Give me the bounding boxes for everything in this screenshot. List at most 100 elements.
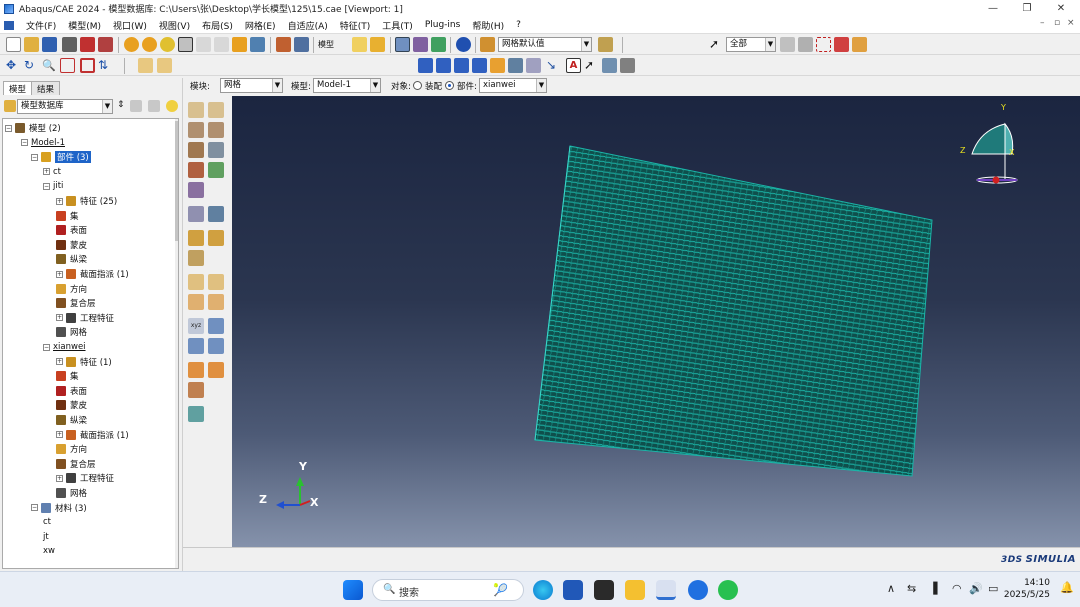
grid-icon[interactable]: [294, 37, 309, 52]
expand-icon[interactable]: +: [56, 314, 63, 322]
viewport[interactable]: Y Z X Y Z X: [232, 96, 1080, 547]
tray-overflow-icon[interactable]: ∧: [887, 582, 895, 595]
undo-icon[interactable]: [196, 37, 211, 52]
query-icon[interactable]: [124, 37, 139, 52]
cube-icon[interactable]: [352, 37, 367, 52]
box-zoom-icon[interactable]: [60, 58, 75, 73]
tree-node[interactable]: jt: [43, 530, 49, 544]
minimize-button[interactable]: —: [976, 0, 1010, 17]
edit-region-icon[interactable]: [188, 382, 204, 398]
wifi-icon[interactable]: ◠: [952, 582, 962, 595]
menu-mesh[interactable]: 网格(E): [239, 19, 282, 32]
view-back-icon[interactable]: [436, 58, 451, 73]
info-icon[interactable]: [456, 37, 471, 52]
word-icon[interactable]: [563, 580, 583, 600]
datum-csys-icon[interactable]: [208, 294, 224, 310]
tree-node[interactable]: − jiti: [43, 179, 63, 193]
close-button[interactable]: ✕: [1044, 0, 1078, 17]
tree-node[interactable]: − Model-1: [21, 136, 65, 150]
tree-node[interactable]: 表面: [56, 223, 87, 237]
text-icon[interactable]: A: [566, 58, 581, 73]
cursor-icon[interactable]: ➚: [709, 37, 724, 52]
tree-node[interactable]: xw: [43, 544, 55, 558]
collapse-icon[interactable]: −: [31, 504, 38, 512]
expand-icon[interactable]: +: [56, 358, 63, 366]
delete-part-seeds-icon[interactable]: [188, 122, 204, 138]
windows-start-icon[interactable]: [343, 580, 363, 600]
view-top-icon[interactable]: [454, 58, 469, 73]
box-select-icon[interactable]: [816, 37, 831, 52]
print-icon[interactable]: [62, 37, 77, 52]
new-file-icon[interactable]: [6, 37, 21, 52]
tree-node[interactable]: 集: [56, 369, 79, 383]
mesh-tools-icon[interactable]: [188, 406, 204, 422]
collapse-icon[interactable]: −: [31, 153, 38, 161]
tree-node[interactable]: 纵梁: [56, 252, 87, 266]
arrow-annotation-icon[interactable]: ↘: [546, 58, 561, 73]
scrollbar-thumb[interactable]: [175, 121, 178, 241]
compass-pivot-icon[interactable]: [992, 176, 1000, 184]
verify-mesh-icon[interactable]: [208, 162, 224, 178]
tree-node[interactable]: 网格: [56, 486, 87, 500]
open-file-icon[interactable]: [24, 37, 39, 52]
menu-help[interactable]: 帮助(H): [466, 19, 510, 32]
menu-view[interactable]: 视图(V): [153, 19, 196, 32]
select-tool-icon[interactable]: [178, 37, 193, 52]
module-combo[interactable]: 网格 ▼: [220, 78, 283, 93]
select-from-viewport-icon[interactable]: [780, 37, 795, 52]
view-front-icon[interactable]: [418, 58, 433, 73]
export-icon[interactable]: [80, 37, 95, 52]
hidden-line-icon[interactable]: [413, 37, 428, 52]
menu-adaptivity[interactable]: 自适应(A): [282, 19, 334, 32]
maximize-button[interactable]: ❐: [1010, 0, 1044, 17]
tree-node[interactable]: + 截面指派 (1): [56, 428, 129, 442]
collapse-icon[interactable]: −: [43, 182, 50, 190]
battery-icon[interactable]: ▭: [988, 582, 998, 595]
triad-icon[interactable]: [208, 318, 224, 334]
auto-fit-icon[interactable]: [80, 58, 95, 73]
tab-model[interactable]: 模型: [3, 81, 33, 95]
wechat-icon[interactable]: [718, 580, 738, 600]
orphan-mesh-icon[interactable]: [208, 230, 224, 246]
select-nodes-icon[interactable]: [834, 37, 849, 52]
expand-icon[interactable]: +: [43, 168, 50, 176]
db-selector-combo[interactable]: 模型数据库 ▼: [17, 99, 113, 114]
terminal-icon[interactable]: [594, 580, 614, 600]
collapse-icon[interactable]: −: [21, 139, 28, 147]
edit-mesh-icon[interactable]: [188, 230, 204, 246]
tree-node[interactable]: − 模型 (2): [5, 121, 61, 135]
tree-node[interactable]: − xianwei: [43, 340, 86, 354]
tree-node[interactable]: ct: [43, 515, 51, 529]
magnify-icon[interactable]: 🔍: [42, 58, 57, 73]
tree-node[interactable]: + 特征 (25): [56, 194, 117, 208]
expand-icon[interactable]: +: [56, 474, 63, 482]
tray-switch-icon[interactable]: ⇆: [907, 582, 916, 595]
mesh-part-icon[interactable]: [188, 162, 204, 178]
partition-icon[interactable]: [188, 206, 204, 222]
menu-seed[interactable]: 布局(S): [196, 19, 239, 32]
tree-node[interactable]: + 工程特征: [56, 311, 114, 325]
edge-browser-icon[interactable]: [533, 580, 553, 600]
redo-icon[interactable]: [214, 37, 229, 52]
tree-node[interactable]: 纵梁: [56, 413, 87, 427]
tree-node[interactable]: 复合层: [56, 296, 96, 310]
notification-icon[interactable]: 🔔: [1060, 581, 1074, 594]
menu-feature[interactable]: 特征(T): [334, 19, 377, 32]
cube-solid-icon[interactable]: [370, 37, 385, 52]
tree-node[interactable]: 方向: [56, 282, 87, 296]
virtual-topology-icon[interactable]: [208, 206, 224, 222]
menu-viewport[interactable]: 视口(W): [107, 19, 153, 32]
filter-icon[interactable]: [148, 100, 160, 112]
view-bottom-icon[interactable]: [472, 58, 487, 73]
tree-node[interactable]: + 特征 (1): [56, 355, 112, 369]
datum-point-icon[interactable]: [188, 274, 204, 290]
tree-node[interactable]: 表面: [56, 384, 87, 398]
select-behind-icon[interactable]: [798, 37, 813, 52]
seed-edges-icon[interactable]: [208, 102, 224, 118]
display-group-icon[interactable]: [598, 37, 613, 52]
part-combo[interactable]: xianwei ▼: [479, 78, 547, 93]
file-explorer-icon[interactable]: [625, 580, 645, 600]
render-icon[interactable]: [276, 37, 291, 52]
view-compass[interactable]: Y Z X: [960, 103, 1018, 184]
tree-node[interactable]: 蒙皮: [56, 398, 87, 412]
